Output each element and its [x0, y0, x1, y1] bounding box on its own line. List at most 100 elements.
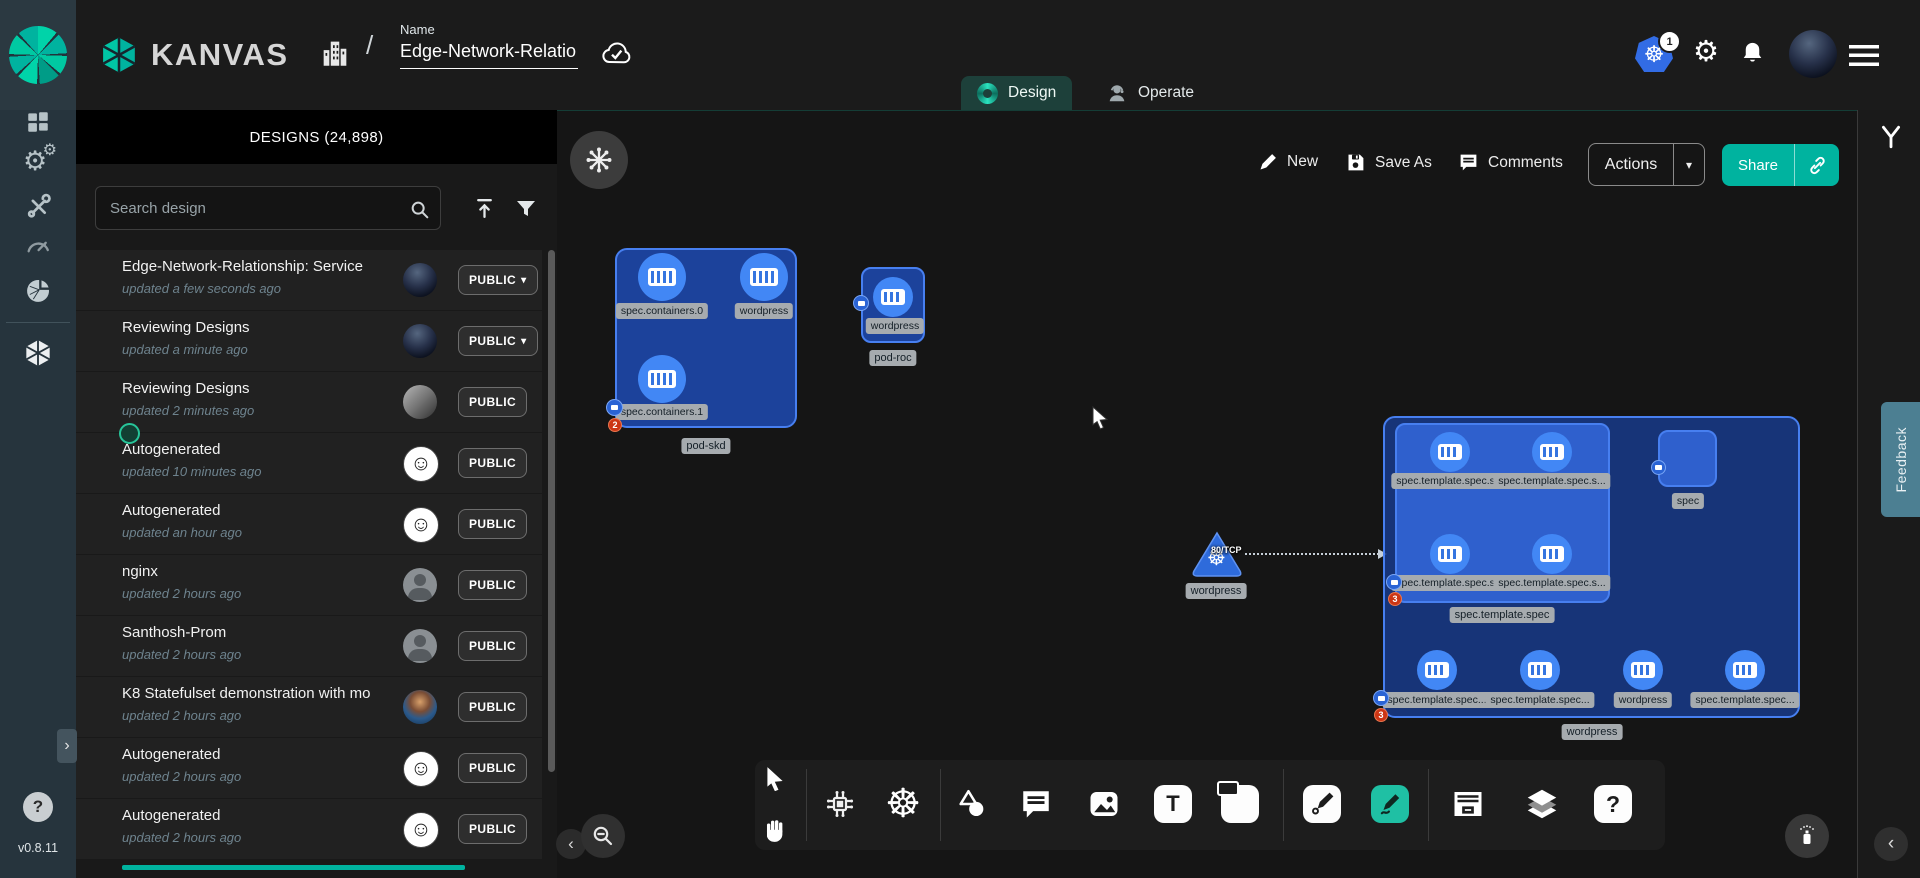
template-error-badge[interactable]: 3	[1388, 592, 1402, 606]
node-spec[interactable]	[1658, 430, 1717, 487]
node-deploy-container-3[interactable]	[1725, 650, 1765, 690]
node-container-wordpress[interactable]	[873, 277, 913, 317]
node-template-container-1[interactable]	[1532, 432, 1572, 472]
visibility-chip[interactable]: PUBLIC	[458, 631, 527, 661]
template-info-badge[interactable]	[1386, 574, 1402, 590]
sidebar-item-catalog[interactable]	[0, 276, 76, 306]
sidebar-item-lifecycle[interactable]: ⚙ ⚙	[0, 148, 76, 178]
node-container-wordpress[interactable]	[740, 253, 788, 301]
design-list-item[interactable]: Edge-Network-Relationship: Service updat…	[76, 250, 542, 310]
tab-operate[interactable]: Operate	[1090, 76, 1210, 110]
actions-caret-icon[interactable]: ▾	[1674, 158, 1704, 172]
help-tool-button[interactable]: ?	[1594, 785, 1632, 823]
drawer-tool-button[interactable]	[1450, 786, 1486, 822]
design-list-item[interactable]: Santhosh-Prom updated 2 hours ago PUBLIC	[76, 616, 542, 676]
pod-skd-error-badge[interactable]: 2	[608, 418, 622, 432]
copy-link-icon[interactable]	[1795, 155, 1839, 176]
annotation-tool-button[interactable]	[1019, 787, 1053, 821]
node-deploy-container-1[interactable]	[1520, 650, 1560, 690]
tab-design[interactable]: Design	[961, 76, 1072, 110]
node-label: spec.template.spec.s...	[1493, 473, 1610, 489]
components-tool-button[interactable]	[822, 786, 858, 822]
node-template-container-2[interactable]	[1430, 534, 1470, 574]
pod-roc-info-badge[interactable]	[853, 295, 869, 311]
edge-pen-tool-button[interactable]	[1303, 785, 1341, 823]
sidebar-item-dashboard[interactable]	[0, 107, 76, 137]
node-deploy-container-2[interactable]	[1623, 650, 1663, 690]
image-tool-button[interactable]	[1086, 786, 1122, 822]
save-as-button[interactable]: Save As	[1345, 152, 1432, 173]
sidebar-help-button[interactable]: ?	[0, 792, 76, 822]
search-design-input[interactable]	[95, 186, 441, 230]
node-template-container-0[interactable]	[1430, 432, 1470, 472]
design-list-item[interactable]: Reviewing Designs updated 2 minutes ago …	[76, 372, 542, 432]
filter-icon[interactable]	[514, 197, 538, 221]
user-avatar[interactable]	[1789, 30, 1837, 78]
visibility-chip[interactable]: PUBLIC	[458, 387, 527, 417]
kubernetes-tool-button[interactable]: ☸	[885, 784, 921, 824]
visibility-chip[interactable]: PUBLIC	[458, 753, 527, 783]
import-design-icon[interactable]	[472, 196, 497, 221]
visibility-chip[interactable]: PUBLIC ▾	[458, 326, 538, 356]
visibility-chip[interactable]: PUBLIC ▾	[458, 265, 538, 295]
new-button[interactable]: New	[1258, 152, 1318, 172]
text-tool-button[interactable]: T	[1154, 785, 1192, 823]
collapse-dock-button[interactable]: ‹	[1874, 827, 1908, 861]
menu-hamburger-icon[interactable]	[1849, 45, 1879, 66]
shapes-tool-button[interactable]	[955, 787, 989, 821]
design-list-item[interactable]: K8 Statefulset demonstration with mo upd…	[76, 677, 542, 737]
design-list-item[interactable]: nginx updated 2 hours ago PUBLIC	[76, 555, 542, 615]
deployment-info-badge[interactable]	[1373, 690, 1389, 706]
magnifier-minus-icon	[591, 824, 615, 848]
comments-button[interactable]: Comments	[1458, 152, 1563, 173]
meshery-logo-button[interactable]	[0, 0, 76, 110]
note-tool-button[interactable]	[1221, 785, 1259, 823]
design-list-item[interactable]: Autogenerated updated an hour ago ☺ PUBL…	[76, 494, 542, 554]
visibility-chip[interactable]: PUBLIC	[458, 692, 527, 722]
design-list-item[interactable]: Autogenerated updated 2 hours ago ☺ PUBL…	[76, 799, 542, 859]
share-split-button[interactable]: Share	[1722, 144, 1839, 186]
spec-info-badge[interactable]	[1651, 460, 1666, 475]
design-name-input[interactable]	[400, 41, 578, 69]
pan-tool-button[interactable]	[762, 817, 788, 843]
notifications-bell-icon[interactable]	[1739, 40, 1766, 67]
node-container-0[interactable]	[638, 253, 686, 301]
freehand-draw-tool-button[interactable]	[1371, 785, 1409, 823]
whiteboard-spray-button[interactable]	[1785, 814, 1829, 858]
organization-icon[interactable]	[318, 36, 352, 70]
visibility-caret-icon: ▾	[521, 275, 526, 286]
search-icon[interactable]	[409, 199, 431, 221]
meshery-snowflake-button[interactable]	[570, 131, 628, 189]
select-tool-button[interactable]	[762, 765, 788, 791]
design-updated: updated a minute ago	[122, 342, 248, 357]
node-template-container-3[interactable]	[1532, 534, 1572, 574]
design-list-item[interactable]: Autogenerated updated 2 hours ago ☺ PUBL…	[76, 738, 542, 798]
design-list-item[interactable]: Autogenerated updated 10 minutes ago ☺ P…	[76, 433, 542, 493]
visibility-chip-label: PUBLIC	[469, 761, 516, 775]
visibility-chip[interactable]: PUBLIC	[458, 448, 527, 478]
visibility-chip[interactable]: PUBLIC	[458, 814, 527, 844]
sidebar-item-configuration[interactable]	[0, 191, 76, 221]
feedback-tab[interactable]: Feedback	[1881, 402, 1920, 517]
views-flyout-button[interactable]	[1878, 124, 1904, 150]
collaborator-presence-dot	[119, 423, 140, 444]
design-title: Edge-Network-Relationship: Service	[122, 258, 394, 275]
deployment-error-badge[interactable]: 3	[1374, 708, 1388, 722]
panel-expand-handle[interactable]: ›	[57, 729, 77, 763]
node-deploy-container-0[interactable]	[1417, 650, 1457, 690]
visibility-chip[interactable]: PUBLIC	[458, 570, 527, 600]
pod-skd-info-badge[interactable]	[606, 399, 623, 416]
design-title: Reviewing Designs	[122, 380, 394, 397]
design-list-item[interactable]: Reviewing Designs updated a minute ago P…	[76, 311, 542, 371]
design-name-label: Name	[400, 22, 578, 37]
actions-split-button[interactable]: Actions ▾	[1588, 143, 1705, 186]
sidebar-item-extensions[interactable]	[0, 338, 76, 368]
designs-scrollbar[interactable]	[548, 250, 555, 772]
dashboard-grid-icon	[25, 109, 51, 135]
settings-gear-icon[interactable]: ⚙	[1693, 38, 1719, 67]
sidebar-item-performance[interactable]	[0, 231, 76, 261]
zoom-control-button[interactable]	[581, 814, 625, 858]
visibility-chip[interactable]: PUBLIC	[458, 509, 527, 539]
layers-tool-button[interactable]	[1523, 785, 1561, 823]
node-container-1[interactable]	[638, 355, 686, 403]
